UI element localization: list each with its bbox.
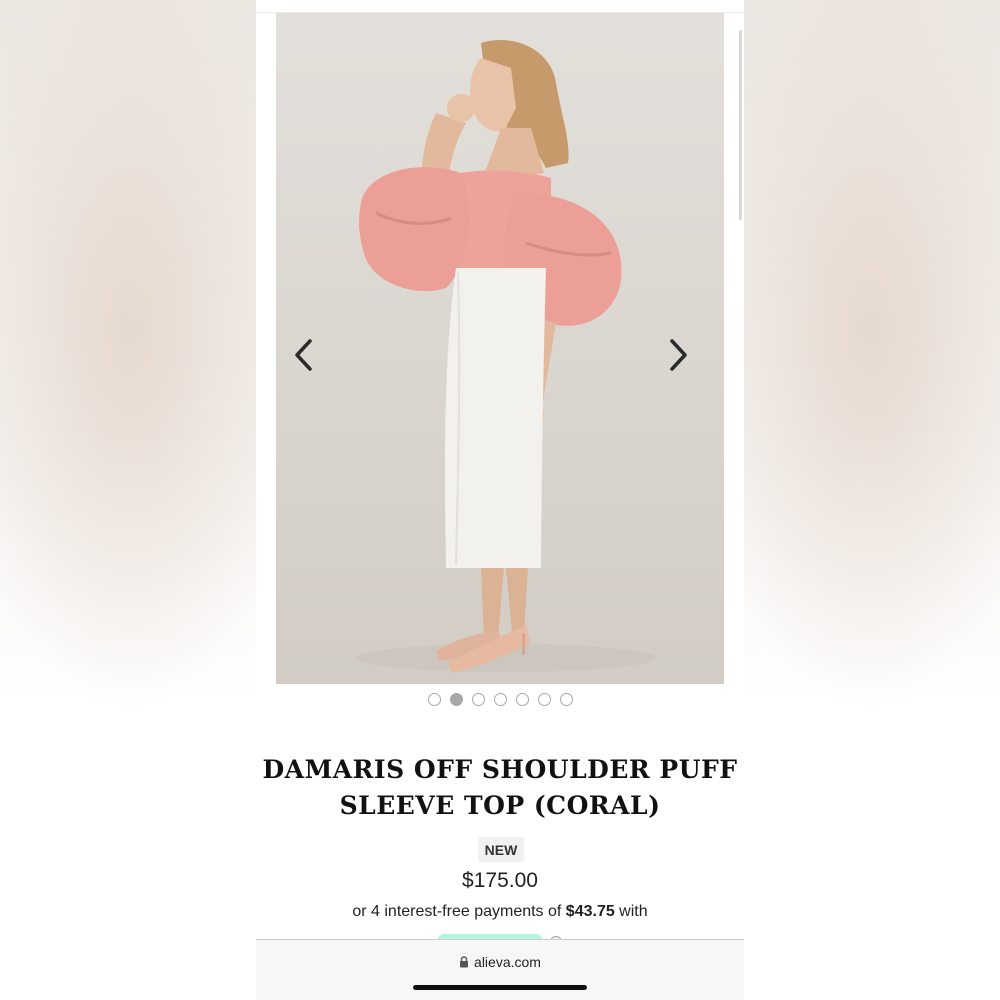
- installment-prefix: or 4 interest-free payments of: [352, 903, 566, 920]
- previous-image-button[interactable]: [292, 338, 332, 378]
- page-scrollbar[interactable]: [739, 30, 742, 220]
- new-badge: NEW: [478, 837, 524, 862]
- pagination-dot[interactable]: [559, 693, 573, 706]
- url-text: alieva.com: [474, 954, 541, 970]
- pagination-dot[interactable]: [515, 693, 529, 706]
- pagination-dot-active[interactable]: [449, 693, 463, 706]
- product-title-line2: SLEEVE TOP (CORAL): [339, 791, 661, 820]
- next-image-button[interactable]: [668, 338, 708, 378]
- chevron-right-icon: [670, 339, 687, 371]
- product-title-line1: DAMARIS OFF SHOULDER PUFF: [262, 755, 738, 784]
- product-title: DAMARIS OFF SHOULDER PUFF SLEEVE TOP (CO…: [256, 752, 744, 824]
- pagination-dot[interactable]: [537, 693, 551, 706]
- pagination-dot[interactable]: [471, 693, 485, 706]
- pagination-dot[interactable]: [427, 693, 441, 706]
- installment-suffix: with: [614, 903, 648, 920]
- mobile-screen: DAMARIS OFF SHOULDER PUFF SLEEVE TOP (CO…: [256, 0, 744, 1000]
- lock-icon: [460, 956, 469, 968]
- product-image-carousel[interactable]: [276, 13, 724, 684]
- url-display[interactable]: alieva.com: [256, 954, 744, 970]
- carousel-pagination: [256, 693, 744, 706]
- installment-info: or 4 interest-free payments of $43.75 wi…: [256, 903, 744, 921]
- pagination-dot[interactable]: [493, 693, 507, 706]
- product-price: $175.00: [462, 869, 538, 892]
- installment-amount: $43.75: [565, 903, 615, 920]
- home-indicator[interactable]: [413, 985, 587, 990]
- product-photo: [356, 39, 656, 673]
- browser-address-bar[interactable]: alieva.com: [256, 939, 744, 1000]
- top-bar: [256, 0, 744, 13]
- chevron-left-icon: [295, 339, 312, 371]
